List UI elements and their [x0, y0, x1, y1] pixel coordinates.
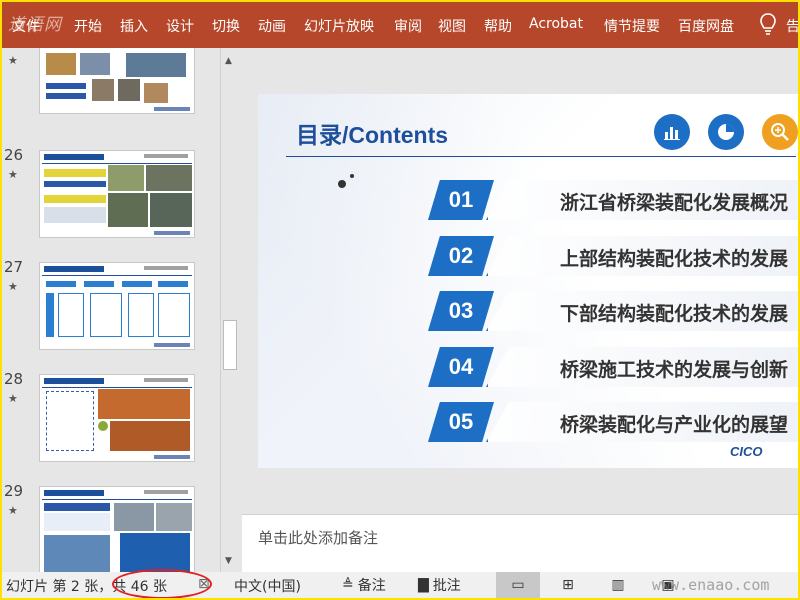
book-icon: ▥ — [611, 577, 625, 593]
zoom-in-icon — [762, 114, 798, 150]
comments-toggle-button[interactable]: ▇ 批注 — [418, 572, 461, 598]
slide-number: 26 — [4, 146, 24, 164]
slide-number: 29 — [4, 482, 24, 500]
toc-text: 桥梁装配化与产业化的展望 — [559, 414, 788, 436]
slide-thumbnail-26[interactable] — [39, 150, 195, 238]
star-icon: ★ — [8, 504, 18, 517]
toc-text: 桥梁施工技术的发展与创新 — [559, 359, 788, 381]
grid-icon: ⊞ — [562, 577, 574, 593]
powerpoint-window: 道语网 文件 开始 插入 设计 切换 动画 幻灯片放映 审阅 视图 帮助 Acr… — [2, 2, 798, 598]
comment-icon: ▇ — [418, 577, 429, 593]
toc-text: 浙江省桥梁装配化发展概况 — [559, 192, 788, 214]
toc-number: 03 — [428, 291, 494, 331]
star-icon: ★ — [8, 392, 18, 405]
slide-title[interactable]: 目录/Contents — [296, 116, 448, 150]
normal-view-button[interactable]: ▭ — [496, 572, 540, 598]
current-slide[interactable]: 目录/Contents 01 浙江省桥梁装配化发展概况 02 上部结构装配化技术… — [258, 94, 798, 468]
slide-thumbnail-29[interactable] — [39, 486, 195, 572]
tab-view[interactable]: 视图 — [438, 16, 466, 36]
thumbnail-scrollbar[interactable]: ▲ ▼ — [220, 48, 240, 572]
tab-baidu-netdisk[interactable]: 百度网盘 — [678, 16, 734, 36]
tab-insert[interactable]: 插入 — [120, 16, 148, 36]
tab-review[interactable]: 审阅 — [394, 16, 422, 36]
share-button[interactable]: 告 — [786, 16, 798, 36]
site-watermark: www.enaao.com — [652, 576, 770, 594]
star-icon: ★ — [8, 168, 18, 181]
slide-number: 28 — [4, 370, 24, 388]
tab-design[interactable]: 设计 — [166, 16, 194, 36]
tab-file[interactable]: 文件 — [12, 16, 40, 36]
notes-pane[interactable]: 单击此处添加备注 — [242, 514, 798, 572]
notes-placeholder: 单击此处添加备注 — [258, 529, 379, 547]
pie-chart-icon — [708, 114, 744, 150]
toc-item[interactable]: 01 浙江省桥梁装配化发展概况 — [428, 180, 798, 220]
scroll-up-icon[interactable]: ▲ — [225, 56, 232, 66]
toc-number: 01 — [428, 180, 494, 220]
notes-toggle-button[interactable]: ≜ 备注 — [342, 572, 386, 598]
toc-item[interactable]: 04 桥梁施工技术的发展与创新 — [428, 347, 798, 387]
toc-text: 下部结构装配化技术的发展 — [559, 303, 788, 325]
star-icon: ★ — [8, 280, 18, 293]
bar-chart-icon — [654, 114, 690, 150]
normal-view-icon: ▭ — [511, 577, 525, 593]
notes-icon: ≜ — [342, 577, 354, 593]
ribbon-tab-bar: 道语网 文件 开始 插入 设计 切换 动画 幻灯片放映 审阅 视图 帮助 Acr… — [2, 2, 798, 48]
toc-item[interactable]: 05 桥梁装配化与产业化的展望 — [428, 402, 798, 442]
scroll-down-icon[interactable]: ▼ — [225, 556, 232, 566]
tab-acrobat[interactable]: Acrobat — [529, 16, 583, 32]
toc-item[interactable]: 02 上部结构装配化技术的发展 — [428, 236, 798, 276]
slide-thumbnail-pane: ★ 26 ★ 27 ★ 28 ★ 29 ★ — [2, 48, 222, 572]
star-icon: ★ — [8, 54, 18, 67]
lightbulb-icon[interactable] — [758, 12, 778, 38]
tab-home[interactable]: 开始 — [74, 16, 102, 36]
slide-editor: 目录/Contents 01 浙江省桥梁装配化发展概况 02 上部结构装配化技术… — [242, 48, 798, 572]
comments-toggle-label: 批注 — [432, 578, 461, 594]
toc-number: 05 — [428, 402, 494, 442]
toc-number: 02 — [428, 236, 494, 276]
tab-animations[interactable]: 动画 — [258, 16, 286, 36]
slide-thumbnail-27[interactable] — [39, 262, 195, 350]
tab-help[interactable]: 帮助 — [484, 16, 512, 36]
language-status[interactable]: 中文(中国) — [234, 576, 301, 596]
notes-toggle-label: 备注 — [357, 578, 386, 594]
decorative-dot — [338, 180, 346, 188]
tab-slideshow[interactable]: 幻灯片放映 — [304, 16, 374, 36]
highlight-circle — [112, 569, 212, 598]
scrollbar-thumb[interactable] — [223, 320, 237, 370]
toc-item[interactable]: 03 下部结构装配化技术的发展 — [428, 291, 798, 331]
slide-thumbnail-25[interactable] — [39, 48, 195, 114]
title-rule — [286, 156, 796, 157]
decorative-dot — [350, 174, 354, 178]
slide-sorter-button[interactable]: ⊞ — [556, 572, 580, 598]
cico-logo: CICO — [730, 444, 763, 459]
reading-view-button[interactable]: ▥ — [606, 572, 630, 598]
slide-number: 27 — [4, 258, 24, 276]
tab-storyboard[interactable]: 情节提要 — [604, 16, 660, 36]
toc-text: 上部结构装配化技术的发展 — [559, 248, 788, 270]
tab-transitions[interactable]: 切换 — [212, 16, 240, 36]
toc-number: 04 — [428, 347, 494, 387]
slide-thumbnail-28[interactable] — [39, 374, 195, 462]
